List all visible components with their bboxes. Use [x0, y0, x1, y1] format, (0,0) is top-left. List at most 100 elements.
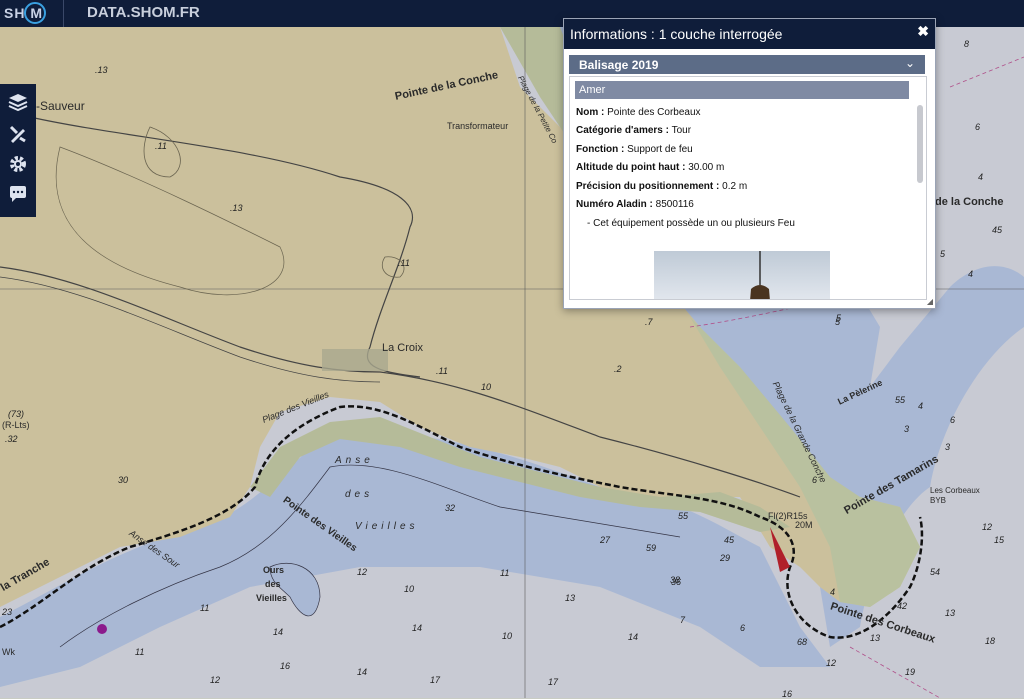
- depth-sounding: .11: [155, 141, 167, 151]
- depth-sounding: 4: [830, 587, 836, 597]
- depth-sounding: 29: [720, 553, 731, 563]
- depth-sounding: .13: [230, 203, 243, 213]
- depth-sounding: 45: [992, 225, 1003, 235]
- attribute-row: Numéro Aladin : 8500116: [576, 199, 694, 210]
- attribute-key: Précision du positionnement :: [576, 181, 720, 192]
- map-label: de la Conche: [935, 196, 1004, 208]
- map-label: Vieilles: [355, 521, 419, 532]
- attribute-key: Numéro Aladin :: [576, 199, 653, 210]
- depth-sounding: 3: [904, 424, 910, 434]
- depth-sounding: .2: [614, 364, 622, 374]
- map-label: Transformateur: [447, 121, 509, 131]
- depth-sounding: .13: [95, 65, 108, 75]
- depth-sounding: 6: [975, 122, 981, 132]
- depth-sounding: 7: [680, 615, 686, 625]
- attribute-row: Fonction : Support de feu: [576, 144, 693, 155]
- depth-sounding: 12: [210, 675, 221, 685]
- depth-sounding: 55: [895, 395, 906, 405]
- depth-sounding: 13: [945, 608, 956, 618]
- depth-sounding: 13: [565, 593, 576, 603]
- depth-sounding: 12: [982, 522, 993, 532]
- depth-sounding: 11: [135, 647, 145, 657]
- depth-sounding: 11: [200, 603, 210, 613]
- depth-sounding: 14: [628, 632, 639, 642]
- resize-handle-icon[interactable]: ◢: [927, 297, 933, 306]
- info-popup: Informations : 1 couche interrogée ✖ Bal…: [563, 18, 936, 309]
- popup-title: Informations : 1 couche interrogée: [570, 26, 783, 42]
- depth-sounding: 30: [118, 475, 129, 485]
- popup-scrollbar[interactable]: [917, 105, 923, 183]
- attribute-row: Altitude du point haut : 30.00 m: [576, 162, 724, 173]
- depth-sounding: 6: [950, 415, 956, 425]
- depth-sounding: 17: [430, 675, 441, 685]
- chat-bubble-icon[interactable]: [6, 184, 30, 208]
- map-label: des: [345, 489, 374, 500]
- attribute-key: Altitude du point haut :: [576, 162, 686, 173]
- left-toolbar: [0, 84, 36, 217]
- depth-sounding: .32: [5, 434, 18, 444]
- map-label: La Croix: [382, 342, 423, 354]
- feature-type-label: Amer: [579, 84, 606, 96]
- depth-sounding: .11: [398, 258, 410, 268]
- map-label: des: [265, 579, 281, 589]
- equipment-note: - Cet équipement possède un ou plusieurs…: [587, 218, 795, 229]
- attribute-value: Tour: [671, 125, 692, 136]
- depth-sounding: 10: [502, 631, 513, 641]
- depth-sounding: 10: [404, 584, 415, 594]
- depth-sounding: 27: [600, 535, 611, 545]
- depth-sounding: 14: [357, 667, 368, 677]
- depth-sounding: 13: [870, 633, 881, 643]
- attribute-value: 0.2 m: [722, 181, 748, 192]
- depth-sounding: 23: [2, 607, 13, 617]
- attribute-value: 8500116: [655, 199, 694, 210]
- depth-sounding: 59: [646, 543, 657, 553]
- feature-content[interactable]: Amer Nom : Pointe des Corbeaux Catégorie…: [569, 76, 927, 300]
- depth-sounding: 38: [670, 575, 681, 585]
- depth-sounding: 5: [835, 317, 841, 327]
- map-label: BYB: [930, 496, 947, 505]
- attribute-value: Support de feu: [627, 144, 693, 155]
- attribute-key: Nom :: [576, 107, 605, 118]
- depth-sounding: 68: [797, 637, 808, 647]
- depth-sounding: 5: [940, 249, 946, 259]
- map-label: Vieilles: [256, 593, 287, 603]
- depth-sounding: 32: [445, 503, 456, 513]
- depth-sounding: 11: [500, 568, 510, 578]
- landmark-photo: [654, 251, 830, 299]
- depth-sounding: 16: [280, 661, 291, 671]
- popup-header: Informations : 1 couche interrogée ✖: [564, 19, 935, 49]
- attribute-value: Pointe des Corbeaux: [607, 107, 701, 118]
- map-label: Wk: [2, 647, 15, 657]
- site-name[interactable]: DATA.SHOM.FR: [87, 4, 200, 21]
- depth-sounding: 4: [918, 401, 924, 411]
- layer-name: Balisage 2019: [579, 58, 659, 72]
- depth-sounding: 54: [930, 567, 941, 577]
- attribute-key: Fonction :: [576, 144, 625, 155]
- depth-sounding: .11: [436, 366, 448, 376]
- depth-sounding: 4: [968, 269, 974, 279]
- depth-sounding: 17: [548, 677, 559, 687]
- layer-accordion-header[interactable]: Balisage 2019 ⌄: [569, 55, 925, 74]
- map-label: (R-Lts): [2, 420, 30, 430]
- close-icon[interactable]: ✖: [917, 23, 929, 40]
- chevron-down-icon[interactable]: ⌄: [905, 56, 915, 70]
- depth-sounding: 14: [273, 627, 284, 637]
- attribute-row: Catégorie d'amers : Tour: [576, 125, 691, 136]
- depth-sounding: 15: [994, 535, 1005, 545]
- depth-sounding: 19: [905, 667, 916, 677]
- depth-sounding: 14: [412, 623, 423, 633]
- gear-icon[interactable]: [6, 154, 30, 178]
- depth-sounding: 18: [985, 636, 996, 646]
- depth-sounding: 12: [357, 567, 368, 577]
- attribute-key: Catégorie d'amers :: [576, 125, 669, 136]
- layers-icon[interactable]: [6, 92, 30, 116]
- depth-sounding: 6: [812, 475, 818, 485]
- map-label: Anse: [335, 455, 374, 466]
- shom-logo[interactable]: SH M: [4, 2, 60, 24]
- ruler-pencil-icon[interactable]: [6, 124, 30, 148]
- depth-sounding: 55: [678, 511, 689, 521]
- depth-sounding: (73): [8, 409, 25, 419]
- attribute-value: 30.00 m: [688, 162, 725, 173]
- map-label: 20M: [795, 520, 813, 530]
- feature-type-header: Amer: [575, 81, 909, 99]
